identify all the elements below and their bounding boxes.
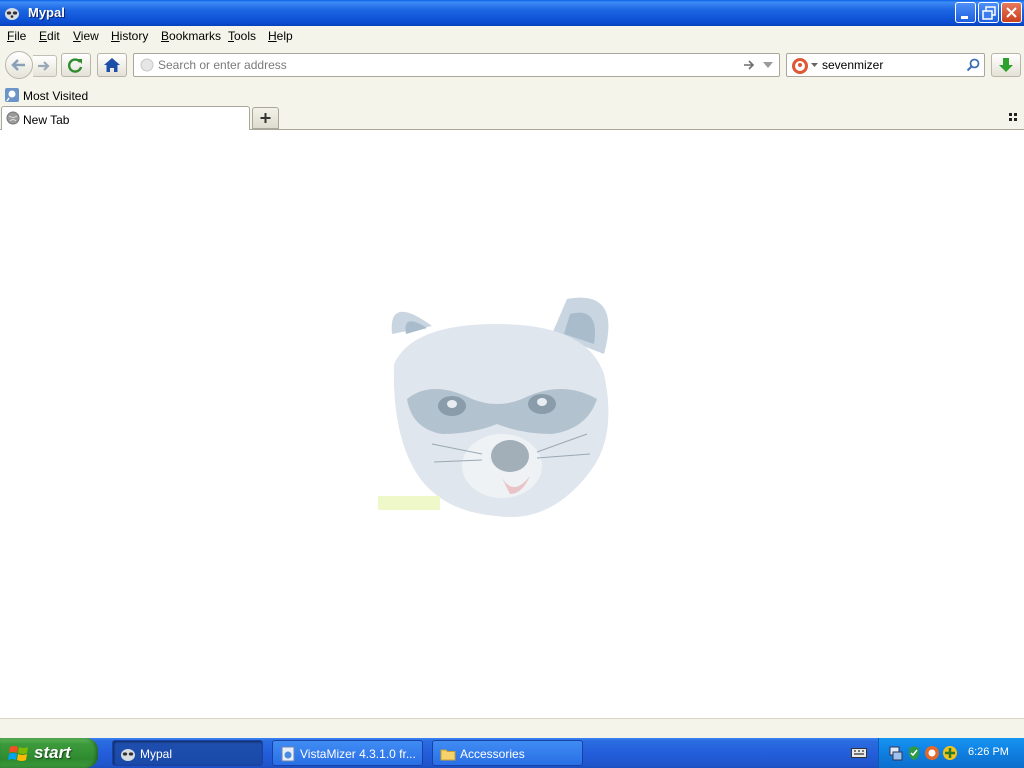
page-content[interactable] [0,130,1024,718]
taskbar-item-label: VistaMizer 4.3.1.0 fr... [300,747,416,761]
start-label: start [34,743,71,762]
taskbar-item-label: Accessories [460,747,525,761]
url-input[interactable] [158,56,718,74]
navigation-toolbar: sevenmizer [0,48,1024,82]
system-clock[interactable]: 6:26 PM [968,746,1009,758]
mypal-raccoon-icon [5,8,19,20]
menu-file[interactable]: File [7,29,26,43]
tab-new-tab[interactable]: New Tab [1,106,250,130]
search-input[interactable]: sevenmizer [822,58,883,72]
window-title: Mypal [28,5,65,20]
taskbar-item-accessories[interactable]: Accessories [432,740,583,766]
go-arrow-icon[interactable] [742,58,756,72]
duckduckgo-engine-icon[interactable] [791,57,809,75]
system-tray: 6:26 PM [878,738,1024,768]
network-icon[interactable] [888,745,904,761]
close-button[interactable] [1001,2,1022,23]
menu-edit[interactable]: Edit [39,29,60,43]
bookmarks-toolbar: Most Visited [0,84,1024,106]
home-button[interactable] [97,53,127,77]
engine-dropdown-icon[interactable] [811,63,818,68]
search-bar[interactable]: sevenmizer [786,53,985,77]
plugin-icon[interactable] [942,745,958,761]
minimize-icon [961,16,968,19]
download-arrow-icon [999,58,1013,72]
menu-history[interactable]: History [111,29,148,43]
windows-taskbar: start Mypal VistaMizer 4.3.1.0 fr... Acc… [0,738,1024,768]
browser-chrome: File Edit View History Bookmarks Tools H… [0,26,1024,130]
menu-help[interactable]: Help [268,29,293,43]
close-icon [1006,7,1017,18]
forward-arrow-icon [38,61,50,71]
tab-strip: New Tab [0,106,1024,130]
home-icon [104,58,120,72]
security-shield-icon[interactable] [906,745,922,761]
mypal-raccoon-icon [121,749,135,761]
folder-icon [440,749,456,761]
start-button[interactable]: start [0,738,98,768]
restore-button[interactable] [978,2,999,23]
menu-tools[interactable]: Tools [228,29,256,43]
back-button[interactable] [5,51,33,79]
downloads-button[interactable] [991,53,1021,77]
window-title-bar[interactable]: Mypal [0,0,1024,26]
url-dropdown-icon[interactable] [762,60,774,70]
mypal-raccoon-logo [378,297,609,518]
taskbar-item-mypal[interactable]: Mypal [112,740,263,766]
back-arrow-icon [11,59,25,71]
tab-label: New Tab [23,113,70,127]
taskbar-item-vistamizer[interactable]: VistaMizer 4.3.1.0 fr... [272,740,423,766]
most-visited-icon [5,88,19,102]
page-favicon-icon [140,58,154,72]
minimize-button[interactable] [955,2,976,23]
search-icon[interactable] [965,57,981,73]
reload-icon [68,58,83,73]
tab-globe-icon [6,111,20,125]
restore-icon [982,6,996,20]
status-bar [0,718,1024,738]
most-visited-label: Most Visited [23,89,89,103]
new-tab-button[interactable] [252,107,279,129]
menu-view[interactable]: View [73,29,99,43]
forward-button[interactable] [33,55,57,77]
reload-button[interactable] [61,53,91,77]
taskbar-item-label: Mypal [140,747,173,761]
menu-bar: File Edit View History Bookmarks Tools H… [0,26,1024,46]
address-bar[interactable] [133,53,780,77]
installer-icon [281,746,295,762]
menu-bookmarks[interactable]: Bookmarks [161,29,221,43]
update-icon[interactable] [924,745,940,761]
keyboard-language-icon[interactable] [851,747,867,759]
list-all-tabs-icon[interactable] [1008,112,1019,123]
plus-icon [260,113,271,123]
windows-logo-icon [8,746,28,761]
